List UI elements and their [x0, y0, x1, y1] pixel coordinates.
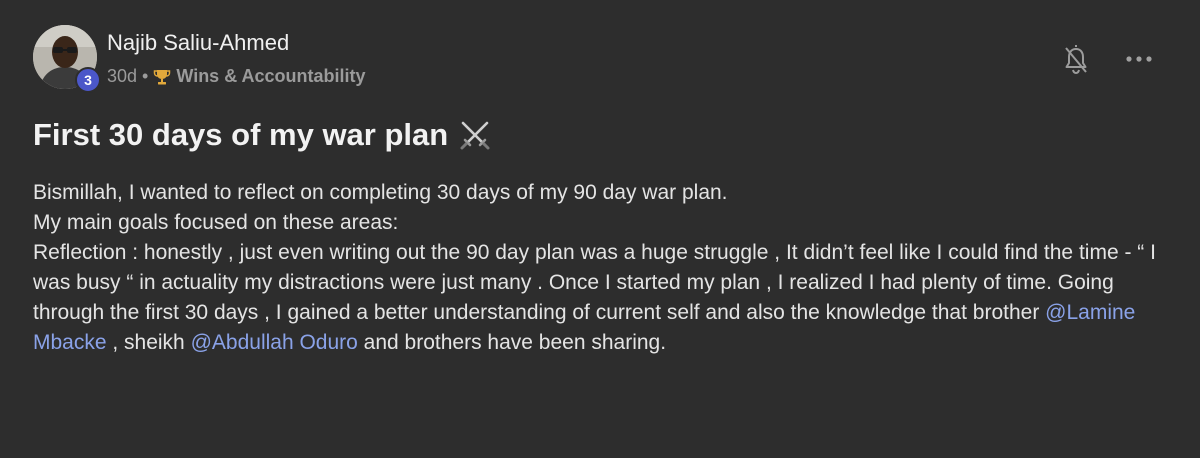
body-paragraph: My main goals focused on these areas:	[33, 211, 399, 234]
bell-off-icon[interactable]	[1062, 44, 1090, 76]
post-card: 3 Najib Saliu-Ahmed 30d • Wins & Account…	[0, 0, 1200, 458]
meta-separator: •	[142, 66, 149, 86]
post-meta: 30d • Wins & Accountability	[107, 66, 366, 87]
more-options-icon[interactable]	[1124, 52, 1154, 66]
mention-link-abdullah[interactable]: @Abdullah Oduro	[191, 331, 358, 354]
level-badge: 3	[75, 67, 101, 93]
crossed-swords-icon	[458, 118, 492, 152]
category-link[interactable]: Wins & Accountability	[176, 66, 365, 87]
post-title-text: First 30 days of my war plan	[33, 117, 449, 152]
post-body: Bismillah, I wanted to reflect on comple…	[33, 178, 1183, 358]
author-name[interactable]: Najib Saliu-Ahmed	[107, 30, 289, 56]
author-avatar-container[interactable]: 3	[33, 25, 101, 93]
body-paragraph: Reflection : honestly , just even writin…	[33, 238, 1183, 358]
body-text-span: and brothers have been sharing.	[357, 331, 667, 354]
body-text-span: , sheikh	[106, 331, 191, 354]
body-paragraph: Bismillah, I wanted to reflect on comple…	[33, 181, 728, 204]
body-text-span: Reflection : honestly , just even writin…	[33, 241, 1156, 324]
post-title: First 30 days of my war plan	[33, 117, 492, 153]
trophy-icon	[153, 68, 171, 86]
post-age: 30d	[107, 66, 138, 86]
